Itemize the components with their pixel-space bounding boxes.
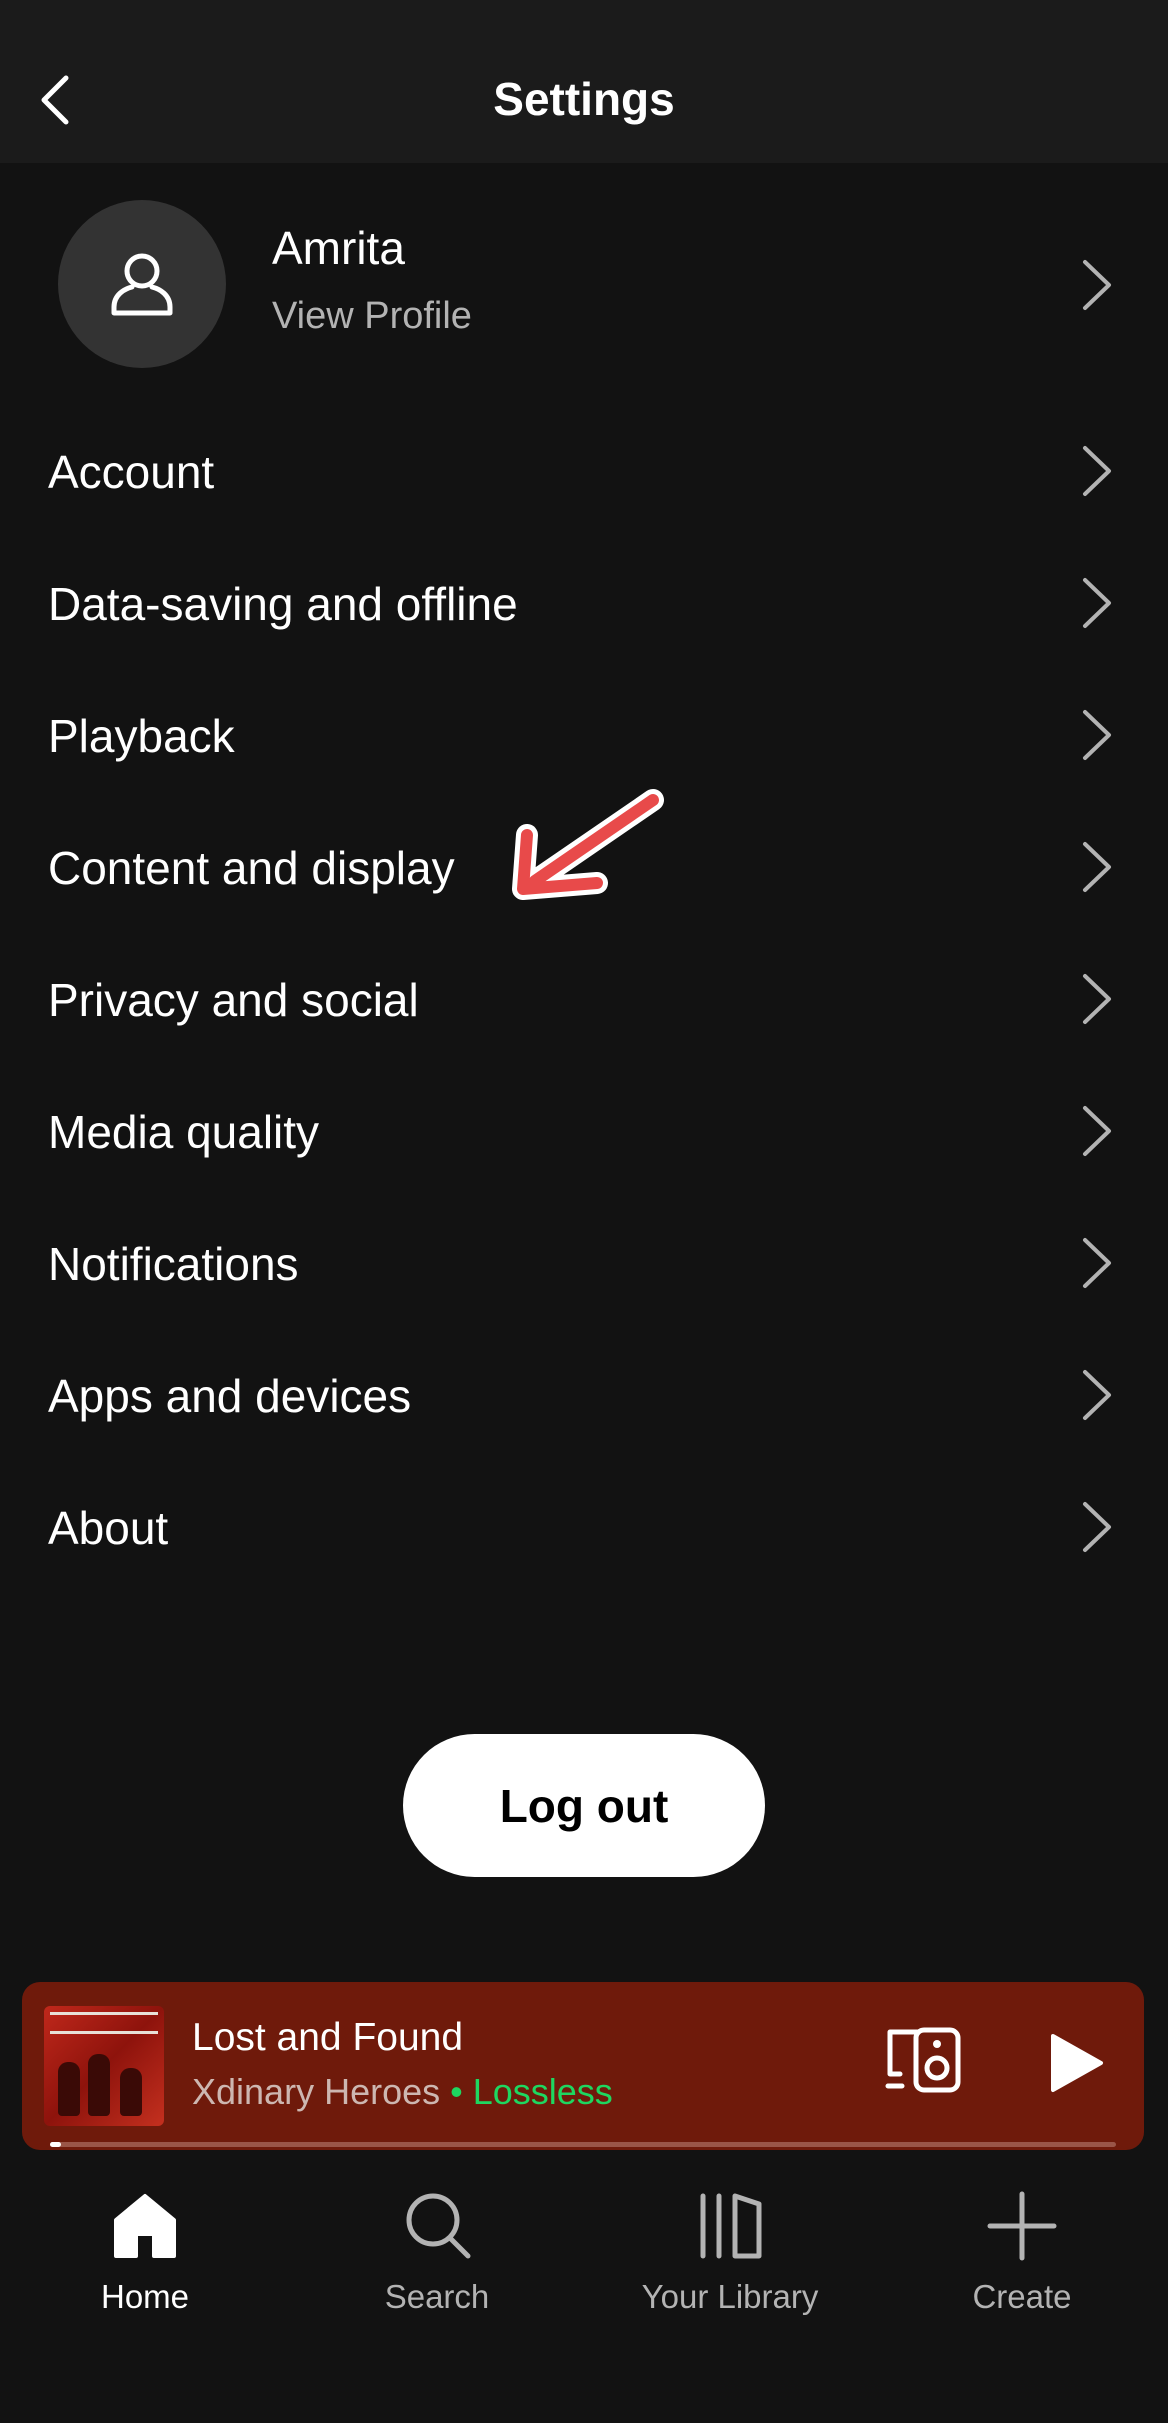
chevron-right-icon bbox=[1083, 260, 1111, 310]
track-artist: Xdinary Heroes bbox=[192, 2071, 441, 2112]
settings-item-playback[interactable]: Playback bbox=[0, 669, 1168, 801]
nav-search[interactable]: Search bbox=[317, 2170, 557, 2330]
plus-icon bbox=[987, 2191, 1057, 2261]
settings-item-notifications[interactable]: Notifications bbox=[0, 1197, 1168, 1329]
home-icon bbox=[114, 2194, 176, 2258]
album-art bbox=[44, 2006, 164, 2126]
search-icon bbox=[406, 2193, 471, 2259]
profile-name: Amrita bbox=[272, 222, 405, 274]
chevron-right-icon bbox=[1083, 1370, 1111, 1420]
quality-badge: Lossless bbox=[472, 2071, 613, 2112]
nav-your-library[interactable]: Your Library bbox=[610, 2170, 850, 2330]
header-bar: Settings bbox=[0, 0, 1168, 163]
chevron-right-icon bbox=[1083, 842, 1111, 892]
library-icon bbox=[700, 2193, 762, 2259]
chevron-right-icon bbox=[1083, 1238, 1111, 1288]
settings-item-account[interactable]: Account bbox=[0, 405, 1168, 537]
settings-item-apps-and-devices[interactable]: Apps and devices bbox=[0, 1329, 1168, 1461]
quality-separator: • bbox=[440, 2071, 473, 2112]
track-title: Lost and Found bbox=[192, 2016, 464, 2059]
settings-item-label: Content and display bbox=[48, 842, 455, 894]
page-title: Settings bbox=[493, 73, 675, 125]
settings-item-label: Data-saving and offline bbox=[48, 578, 518, 630]
annotation-arrow-icon bbox=[512, 789, 664, 900]
now-playing-bar[interactable]: Lost and Found Xdinary Heroes • Lossless bbox=[22, 1982, 1144, 2150]
playback-progress-fill bbox=[50, 2142, 61, 2147]
nav-create[interactable]: Create bbox=[902, 2170, 1142, 2330]
nav-home[interactable]: Home bbox=[25, 2170, 265, 2330]
nav-home-label: Home bbox=[100, 2278, 190, 2315]
settings-item-privacy-and-social[interactable]: Privacy and social bbox=[0, 933, 1168, 1065]
avatar bbox=[58, 200, 226, 368]
play-icon[interactable] bbox=[1045, 2032, 1105, 2094]
profile-row[interactable]: Amrita View Profile bbox=[0, 195, 1168, 370]
track-subtitle: Xdinary Heroes • Lossless bbox=[192, 2071, 613, 2113]
settings-item-data-saving-and-offline[interactable]: Data-saving and offline bbox=[0, 537, 1168, 669]
chevron-right-icon bbox=[1083, 974, 1111, 1024]
chevron-right-icon bbox=[1083, 710, 1111, 760]
nav-create-label: Create bbox=[972, 2278, 1072, 2315]
settings-item-label: About bbox=[48, 1502, 169, 1554]
settings-item-label: Notifications bbox=[48, 1238, 299, 1290]
nav-library-label: Your Library bbox=[641, 2278, 819, 2315]
settings-item-media-quality[interactable]: Media quality bbox=[0, 1065, 1168, 1197]
logout-button[interactable]: Log out bbox=[403, 1734, 765, 1877]
bottom-navigation: Home Search Your Library Create bbox=[0, 2170, 1168, 2423]
connect-device-icon[interactable] bbox=[884, 2026, 964, 2096]
settings-item-label: Media quality bbox=[48, 1106, 320, 1158]
chevron-right-icon bbox=[1083, 1502, 1111, 1552]
settings-item-about[interactable]: About bbox=[0, 1461, 1168, 1593]
chevron-right-icon bbox=[1083, 446, 1111, 496]
playback-progress-bar[interactable] bbox=[50, 2142, 1116, 2147]
settings-item-label: Account bbox=[48, 446, 215, 498]
settings-item-label: Playback bbox=[48, 710, 235, 762]
settings-list: Account Data-saving and offline Playback Co… bbox=[0, 405, 1168, 1593]
user-icon bbox=[111, 253, 173, 316]
chevron-right-icon bbox=[1083, 578, 1111, 628]
chevron-right-icon bbox=[1083, 1106, 1111, 1156]
settings-item-label: Apps and devices bbox=[48, 1370, 412, 1422]
view-profile-link[interactable]: View Profile bbox=[272, 295, 472, 338]
nav-search-label: Search bbox=[384, 2278, 490, 2315]
settings-item-label: Privacy and social bbox=[48, 974, 419, 1026]
